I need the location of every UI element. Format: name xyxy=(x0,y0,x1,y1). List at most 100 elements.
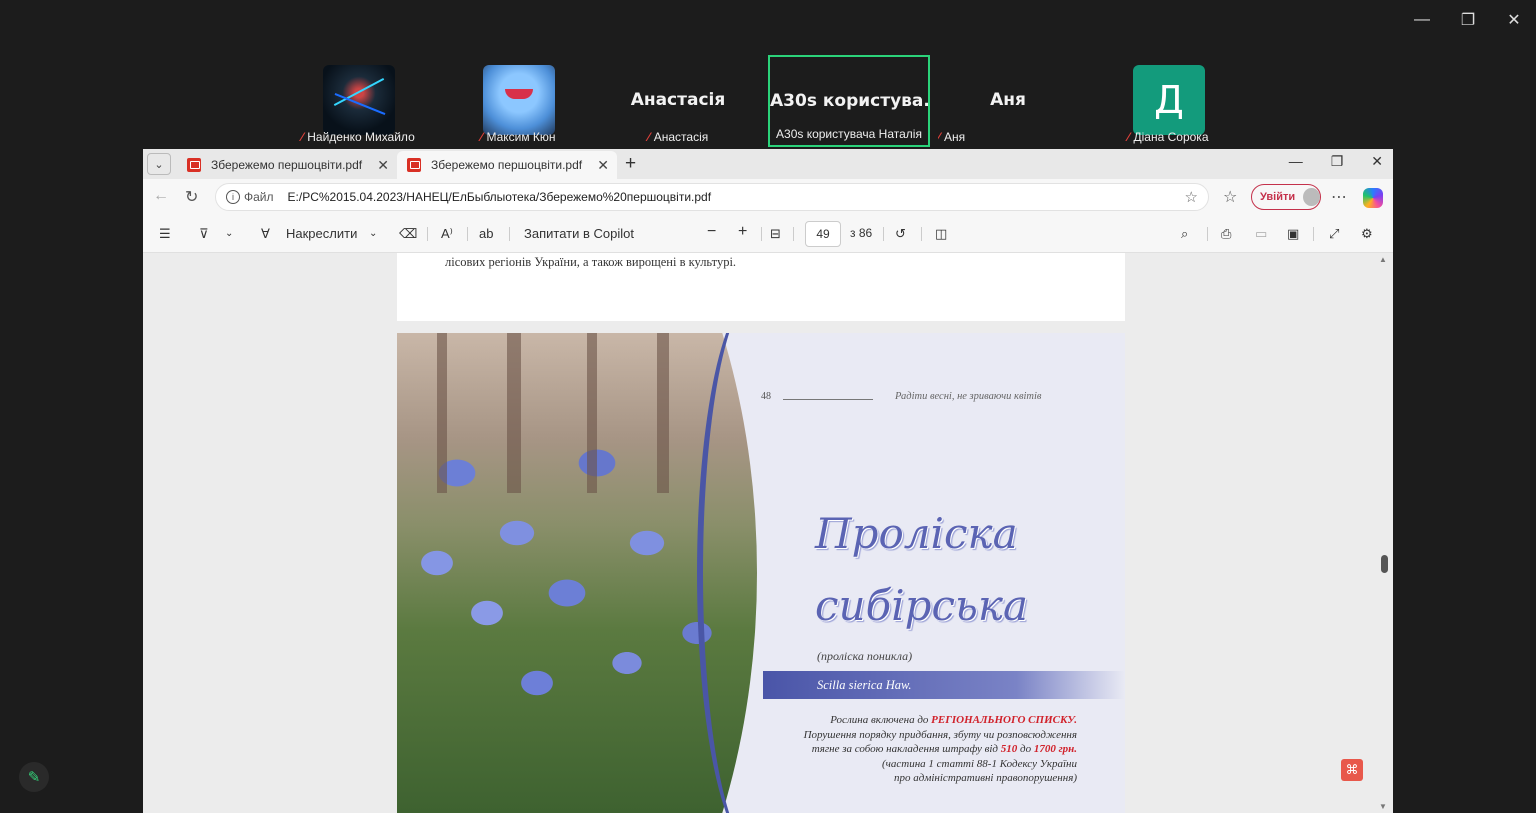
more-options-icon[interactable]: ⋯ xyxy=(1331,187,1347,207)
contents-list-icon[interactable]: ☰ xyxy=(159,226,171,242)
browser-window-controls: — ❐ ✕ xyxy=(1289,153,1383,170)
print-icon[interactable]: ⎙ xyxy=(1221,226,1231,242)
settings-icon[interactable]: ⚙ xyxy=(1361,226,1373,242)
annotate-pen-icon[interactable]: ✎ xyxy=(19,762,49,792)
toolbar-divider xyxy=(467,227,468,241)
participant-caption: ⁄ Найденко Михайло xyxy=(301,130,415,144)
close-icon[interactable]: ✕ xyxy=(1371,153,1383,170)
page-view-icon[interactable]: ◫ xyxy=(935,226,947,242)
save-icon[interactable]: ▭ xyxy=(1255,226,1267,242)
participant-tile[interactable]: Аня ⁄ Аня xyxy=(938,56,1078,148)
tab-close-icon[interactable]: ✕ xyxy=(597,157,609,174)
highlight-icon[interactable]: ⊽ xyxy=(199,226,209,242)
toolbar-divider xyxy=(793,227,794,241)
translate-icon[interactable]: ab xyxy=(479,226,493,241)
scroll-up-arrow-icon[interactable]: ▲ xyxy=(1379,255,1387,264)
search-icon[interactable]: ⌕ xyxy=(1181,226,1188,242)
pdf-toolbar: ☰ ⊽ ⌄ ∀ Накреслити ⌄ ⌫ A⁾ ab Запитати в … xyxy=(143,215,1393,253)
header-rule xyxy=(783,399,873,400)
participant-avatar xyxy=(483,65,555,135)
pdf-icon xyxy=(407,158,421,172)
decorative-arc xyxy=(697,333,817,813)
chevron-down-icon[interactable]: ⌄ xyxy=(225,228,233,239)
scroll-down-arrow-icon[interactable]: ▼ xyxy=(1379,802,1387,811)
legal-notice: Рослина включена до РЕГІОНАЛЬНОГО СПИСКУ… xyxy=(803,714,1077,785)
minimize-icon[interactable]: — xyxy=(1289,153,1303,170)
favorites-icon[interactable]: ☆ xyxy=(1223,187,1237,207)
tree-trunk xyxy=(657,333,669,493)
participant-tile-active-speaker[interactable]: A30s користува... A30s користувача Натал… xyxy=(768,55,930,147)
chevron-down-icon[interactable]: ⌄ xyxy=(369,228,377,239)
mic-muted-icon: ⁄ xyxy=(647,130,650,144)
mic-muted-icon: ⁄ xyxy=(938,130,941,144)
participant-caption: ⁄ Анастасія xyxy=(647,130,709,144)
profile-avatar xyxy=(1303,188,1320,206)
participant-tile[interactable]: ⁄ Максим Кюн xyxy=(448,56,588,148)
participant-caption: ⁄ Аня xyxy=(938,130,966,144)
toolbar-divider xyxy=(1207,227,1208,241)
plant-title-line-2: сибірська xyxy=(815,581,1029,630)
pdf-viewer[interactable]: лісових регіонів України, а також вироще… xyxy=(143,253,1393,813)
info-icon[interactable]: i xyxy=(226,190,240,204)
rotate-icon[interactable]: ↺ xyxy=(895,226,906,242)
zoom-out-button[interactable]: − xyxy=(707,223,716,241)
mic-muted-icon: ⁄ xyxy=(1127,130,1130,144)
favorite-star-icon[interactable]: ☆ xyxy=(1185,188,1198,206)
toolbar-divider xyxy=(427,227,428,241)
zoom-in-button[interactable]: + xyxy=(738,223,747,241)
chevron-down-icon: ⌄ xyxy=(154,158,164,171)
minimize-icon[interactable]: — xyxy=(1410,8,1434,32)
mic-muted-icon: ⁄ xyxy=(301,130,304,144)
toolbar-divider xyxy=(761,227,762,241)
refresh-icon[interactable]: ↻ xyxy=(185,187,198,207)
tab-bar: ⌄ Збережемо першоцвіти.pdf ✕ Збережемо п… xyxy=(143,149,1393,179)
plant-alt-name: (проліска поникла) xyxy=(817,649,913,663)
participant-tile[interactable]: Анастасія ⁄ Анастасія xyxy=(608,56,748,148)
tab-pdf-1[interactable]: Збережемо першоцвіти.pdf ✕ xyxy=(177,151,397,179)
page-total-label: з 86 xyxy=(850,226,873,240)
participant-caption: ⁄ Діана Сорока xyxy=(1127,130,1209,144)
tab-close-icon[interactable]: ✕ xyxy=(377,157,389,174)
tab-actions-menu[interactable]: ⌄ xyxy=(147,153,171,175)
page-number-input[interactable]: 49 xyxy=(805,221,841,247)
pdf-page-previous: лісових регіонів України, а також вироще… xyxy=(397,253,1125,321)
participant-tile[interactable]: ⁄ Найденко Михайло xyxy=(288,56,428,148)
page-number-label: 48 xyxy=(761,391,771,402)
restore-icon[interactable]: ❐ xyxy=(1456,8,1480,32)
address-field[interactable]: i Файл E:/PC%2015.04.2023/НАНЕЦ/ЕлБыблыо… xyxy=(215,183,1209,211)
tree-trunk xyxy=(507,333,521,493)
fullscreen-icon[interactable]: ⤢ xyxy=(1329,226,1339,242)
scrollbar-thumb[interactable] xyxy=(1381,555,1388,573)
tab-pdf-2[interactable]: Збережемо першоцвіти.pdf ✕ xyxy=(397,151,617,179)
participant-caption: ⁄ Максим Кюн xyxy=(480,130,556,144)
sign-in-button[interactable]: Увійти xyxy=(1251,184,1321,210)
browser-window: ⌄ Збережемо першоцвіти.pdf ✕ Збережемо п… xyxy=(143,149,1393,813)
page-motto: Радіти весні, не зриваючи квітів xyxy=(895,391,1042,402)
fit-page-icon[interactable]: ⊟ xyxy=(770,226,781,242)
toolbar-divider xyxy=(921,227,922,241)
tree-trunk xyxy=(437,333,447,493)
copilot-icon[interactable] xyxy=(1363,188,1383,208)
toolbar-divider xyxy=(509,227,510,241)
participant-display-name: Анастасія xyxy=(630,90,726,110)
participant-tile[interactable]: Д ⁄ Діана Сорока xyxy=(1098,56,1238,148)
ask-copilot-button[interactable]: Запитати в Copilot xyxy=(524,226,634,241)
pdf-icon xyxy=(187,158,201,172)
participant-display-name: A30s користува... xyxy=(770,91,928,111)
page-text: лісових регіонів України, а також вироще… xyxy=(445,255,737,269)
vertical-scrollbar[interactable]: ▲ ▼ xyxy=(1379,253,1389,813)
acrobat-icon[interactable]: ⌘ xyxy=(1341,759,1363,781)
pdf-page-current: 48 Радіти весні, не зриваючи квітів Прол… xyxy=(397,333,1125,813)
participant-avatar xyxy=(323,65,395,135)
read-aloud-icon[interactable]: A⁾ xyxy=(441,226,453,242)
draw-button[interactable]: Накреслити xyxy=(286,226,357,241)
close-icon[interactable]: ✕ xyxy=(1502,8,1526,32)
restore-icon[interactable]: ❐ xyxy=(1331,153,1344,170)
new-tab-button[interactable]: + xyxy=(625,153,636,175)
address-bar-row: ← ↻ i Файл E:/PC%2015.04.2023/НАНЕЦ/ЕлБы… xyxy=(143,179,1393,215)
draw-icon[interactable]: ∀ xyxy=(261,226,270,242)
eraser-icon[interactable]: ⌫ xyxy=(399,226,417,242)
latin-name: Scilla sierica Haw. xyxy=(817,678,912,692)
save-as-icon[interactable]: ▣ xyxy=(1287,226,1299,242)
back-arrow-icon[interactable]: ← xyxy=(153,187,169,205)
